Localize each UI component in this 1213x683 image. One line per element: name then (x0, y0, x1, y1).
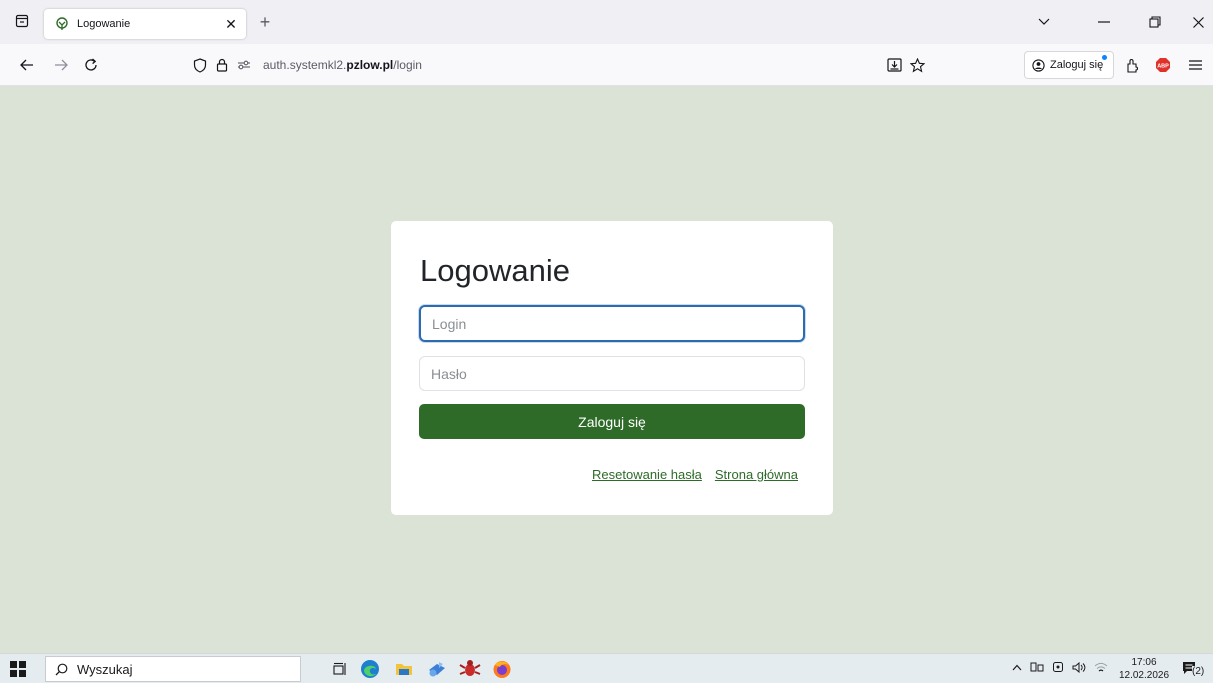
login-input[interactable] (419, 305, 805, 342)
page-title: Logowanie (420, 253, 570, 288)
search-icon (55, 663, 68, 676)
back-icon[interactable] (16, 54, 38, 76)
tab-strip: Logowanie ✕ + (0, 0, 1213, 44)
url-bar[interactable]: auth.systemkl2.pzlow.pl/login (191, 50, 933, 80)
tab-list-icon[interactable] (14, 13, 30, 29)
url-domain: pzlow.pl (346, 58, 394, 72)
notifications-icon[interactable]: (2) (1180, 658, 1205, 680)
account-sign-in-button[interactable]: Zaloguj się (1024, 51, 1114, 79)
svg-text:ABP: ABP (1157, 64, 1169, 70)
page-background: Logowanie Zaloguj się Resetowanie hasła … (0, 86, 1213, 653)
adblock-plus-icon[interactable]: ABP (1152, 54, 1174, 76)
taskbar-search[interactable]: Wyszukaj (45, 656, 301, 682)
app-shortcut-icon[interactable] (426, 658, 448, 680)
close-window-icon[interactable] (1186, 10, 1210, 34)
windows-start-icon[interactable] (10, 661, 26, 677)
url-text[interactable]: auth.systemkl2.pzlow.pl/login (263, 58, 422, 72)
network-icon[interactable] (1030, 662, 1044, 672)
minimize-icon[interactable] (1092, 10, 1116, 34)
clock-date: 12.02.2026 (1118, 670, 1170, 681)
chevron-up-icon[interactable] (1012, 664, 1022, 671)
card-links: Resetowanie hasła Strona główna (592, 467, 798, 482)
url-prefix: auth.systemkl2. (263, 58, 347, 72)
app-bug-icon[interactable] (459, 658, 481, 680)
tab-logowanie[interactable]: Logowanie ✕ (44, 9, 246, 39)
restore-icon[interactable] (1143, 10, 1167, 34)
close-tab-icon[interactable]: ✕ (220, 13, 242, 35)
sign-in-button[interactable]: Zaloguj się (419, 404, 805, 439)
notification-count-value: 2 (1195, 666, 1201, 677)
search-placeholder: Wyszukaj (77, 661, 133, 677)
wifi-icon[interactable] (1094, 662, 1108, 673)
clock-time: 17:06 (1131, 657, 1157, 668)
chevron-down-icon[interactable] (1032, 10, 1056, 34)
home-page-link[interactable]: Strona główna (715, 467, 798, 482)
volume-icon[interactable] (1072, 661, 1086, 673)
permissions-icon[interactable] (235, 56, 253, 74)
menu-icon[interactable] (1184, 54, 1206, 76)
new-tab-icon[interactable]: + (254, 11, 276, 33)
login-card: Logowanie Zaloguj się Resetowanie hasła … (391, 221, 833, 515)
reader-view-icon[interactable] (883, 54, 905, 76)
site-logo-icon (54, 16, 70, 32)
account-icon (1032, 58, 1045, 72)
reload-icon[interactable] (80, 54, 102, 76)
edge-browser-icon[interactable] (359, 658, 381, 680)
account-label: Zaloguj się (1050, 59, 1104, 71)
forward-icon[interactable] (50, 54, 72, 76)
reset-password-link[interactable]: Resetowanie hasła (592, 467, 702, 482)
bookmark-star-icon[interactable] (906, 54, 928, 76)
shield-icon[interactable] (191, 56, 209, 74)
lock-icon[interactable] (213, 56, 231, 74)
url-path: /login (393, 58, 422, 72)
taskbar: Wyszukaj 17:06 12.02.2026 (2) (0, 653, 1213, 683)
file-explorer-icon[interactable] (393, 658, 415, 680)
meet-now-icon[interactable] (1052, 661, 1064, 673)
notification-dot (1102, 55, 1107, 60)
password-input[interactable] (419, 356, 805, 391)
notification-count: (2) (1192, 666, 1205, 677)
taskbar-clock[interactable]: 17:06 12.02.2026 (1114, 656, 1174, 682)
firefox-icon[interactable] (491, 658, 513, 680)
extensions-icon[interactable] (1122, 54, 1144, 76)
nav-toolbar: auth.systemkl2.pzlow.pl/login Zaloguj si… (0, 44, 1213, 86)
tab-title: Logowanie (77, 18, 131, 30)
system-tray (1012, 661, 1108, 673)
task-view-icon[interactable] (329, 658, 351, 680)
